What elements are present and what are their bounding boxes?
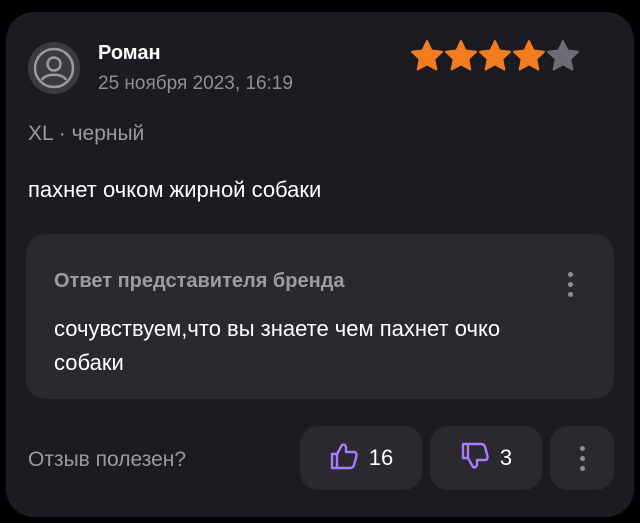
brand-reply: Ответ представителя бренда сочувствуем,ч… — [26, 234, 614, 399]
reply-title: Ответ представителя бренда — [54, 270, 345, 292]
review-card: Роман 25 ноября 2023, 16:19 XL · черный … — [6, 12, 634, 517]
rating-stars — [410, 39, 580, 73]
like-count: 16 — [368, 445, 394, 470]
star-icon — [478, 39, 512, 73]
thumbs-down-icon — [460, 441, 490, 476]
menu-dot — [567, 291, 573, 297]
more-options-icon[interactable] — [550, 426, 614, 490]
star-icon — [444, 39, 478, 73]
menu-dot — [567, 271, 573, 277]
review-text: пахнет очком жирной собаки — [28, 177, 322, 202]
reply-menu-icon[interactable] — [556, 262, 584, 306]
dislike-button[interactable]: 3 — [430, 426, 542, 490]
star-icon — [512, 39, 546, 73]
author-name: Роман — [98, 42, 161, 64]
menu-dot — [579, 455, 585, 461]
helpful-label: Отзыв полезен? — [28, 448, 187, 471]
dislike-count: 3 — [499, 445, 513, 470]
star-icon — [546, 39, 580, 73]
user-avatar-icon — [28, 42, 80, 94]
thumbs-up-icon — [329, 441, 359, 476]
menu-dot — [579, 445, 585, 451]
review-date: 25 ноября 2023, 16:19 — [98, 73, 293, 94]
product-variant: XL · черный — [28, 122, 145, 145]
menu-dot — [567, 281, 573, 287]
menu-dot — [579, 465, 585, 471]
star-icon — [410, 39, 444, 73]
like-button[interactable]: 16 — [300, 426, 422, 490]
reply-text: сочувствуем,что вы знаете чем пахнет очк… — [54, 316, 501, 375]
